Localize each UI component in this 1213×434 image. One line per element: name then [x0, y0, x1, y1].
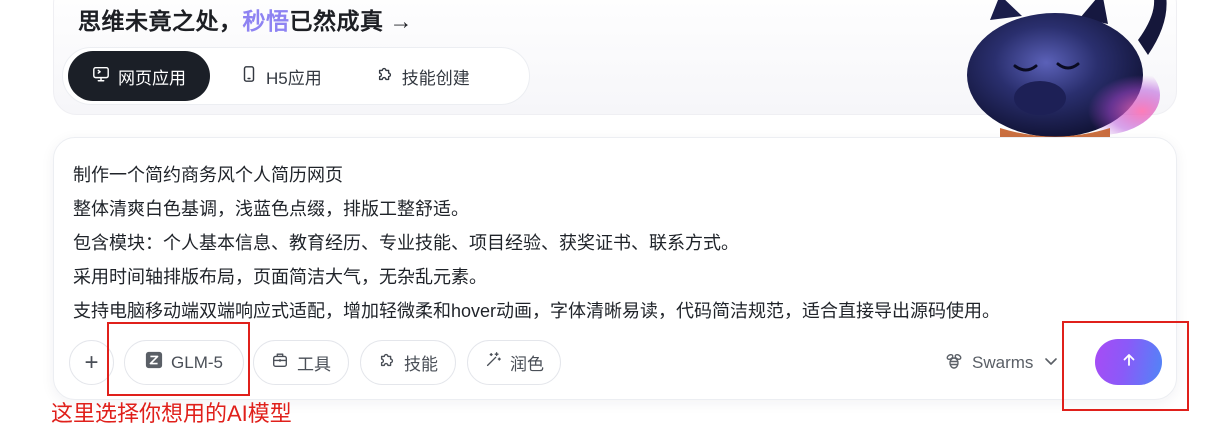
- tab-label: H5应用: [266, 68, 322, 88]
- monitor-icon: [92, 65, 110, 88]
- model-label: GLM-5: [171, 352, 223, 372]
- headline-arrow-icon[interactable]: →: [390, 8, 414, 34]
- chevron-down-icon: [1041, 351, 1061, 376]
- tab-label: 技能创建: [401, 68, 470, 88]
- headline-part2: 已然成真: [289, 8, 384, 34]
- prompt-input[interactable]: 制作一个简约商务风个人简历网页 整体清爽白色基调，浅蓝色点缀，排版工整舒适。 包…: [73, 158, 1153, 328]
- skills-button[interactable]: 技能: [360, 340, 456, 385]
- polish-label: 润色: [510, 355, 544, 374]
- page-headline: 思维未竟之处，秒悟已然成真 →: [78, 2, 413, 36]
- swarms-label: Swarms: [972, 353, 1034, 372]
- tools-label: 工具: [297, 355, 331, 374]
- arrow-up-icon: [1121, 352, 1137, 373]
- toolbox-icon: [271, 351, 289, 374]
- add-attachment-button[interactable]: +: [69, 340, 114, 385]
- tab-h5-app[interactable]: H5应用: [216, 51, 346, 101]
- puzzle-icon: [378, 351, 396, 374]
- prompt-line: 制作一个简约商务风个人简历网页: [73, 165, 343, 185]
- plus-icon: +: [84, 348, 99, 376]
- magic-wand-icon: [484, 351, 502, 374]
- app-stage: 思维未竟之处，秒悟已然成真 → 网页应用 H5应用 技能创建 制作一个简约商务风…: [0, 0, 1213, 434]
- cat-mascot-icon: [967, 0, 1167, 140]
- prompt-line: 整体清爽白色基调，浅蓝色点缀，排版工整舒适。: [73, 199, 469, 219]
- prompt-line: 采用时间轴排版布局，页面简洁大气，无杂乱元素。: [73, 267, 487, 287]
- bee-icon: [944, 351, 964, 376]
- annotation-text: 这里选择你想用的AI模型: [51, 401, 292, 426]
- zhipu-logo-icon: [145, 351, 163, 374]
- tab-skill-create[interactable]: 技能创建: [352, 51, 494, 101]
- headline-part1: 思维未竟之处，: [78, 8, 243, 34]
- phone-icon: [240, 65, 258, 88]
- tools-button[interactable]: 工具: [253, 340, 349, 385]
- swarms-select[interactable]: Swarms: [944, 348, 1061, 378]
- tab-label: 网页应用: [118, 68, 186, 88]
- mode-tabs: 网页应用 H5应用 技能创建: [62, 47, 530, 105]
- send-button[interactable]: [1095, 339, 1162, 385]
- polish-button[interactable]: 润色: [467, 340, 561, 385]
- headline-accent: 秒悟: [242, 8, 290, 34]
- skills-label: 技能: [404, 355, 438, 374]
- model-select-button[interactable]: GLM-5: [124, 340, 244, 385]
- prompt-line: 支持电脑移动端双端响应式适配，增加轻微柔和hover动画，字体清晰易读，代码简洁…: [73, 301, 1001, 321]
- tab-web-app[interactable]: 网页应用: [68, 51, 210, 101]
- prompt-line: 包含模块：个人基本信息、教育经历、专业技能、项目经验、获奖证书、联系方式。: [73, 233, 739, 253]
- puzzle-icon: [376, 65, 394, 88]
